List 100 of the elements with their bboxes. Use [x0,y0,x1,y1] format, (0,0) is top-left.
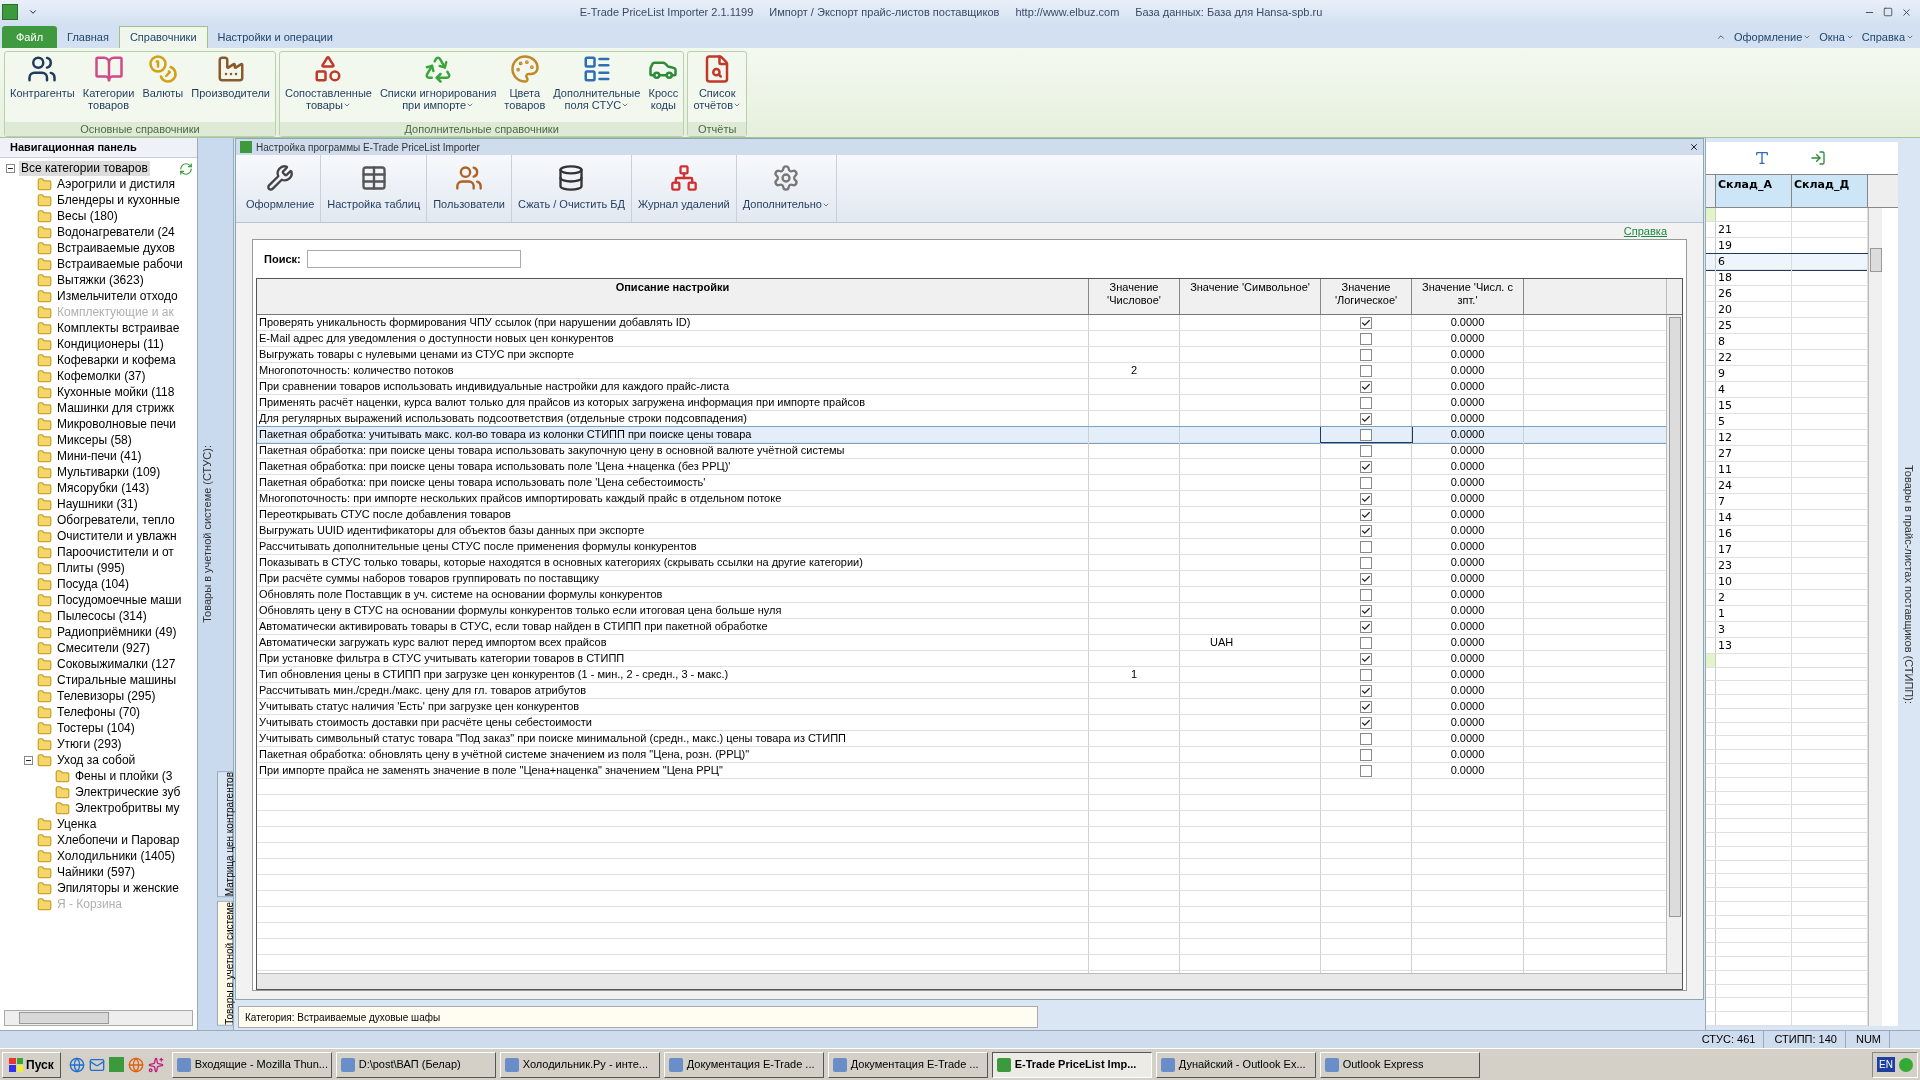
checkbox[interactable] [1360,444,1372,457]
table-row[interactable]: 22 [1706,349,1868,366]
table-row[interactable]: Учитывать стоимость доставки при расчёте цены себестоимости 0.0000 [257,715,1666,731]
collapse-icon[interactable] [24,755,33,765]
tree-item[interactable]: Водонагреватели (24 [55,224,177,240]
tree-item[interactable]: Смесители (927) [55,640,152,656]
quick-access-icon[interactable] [28,7,38,17]
ribbon-tab[interactable]: Настройки и операции [207,26,343,48]
tree-item[interactable]: Очистители и увлажн [55,528,179,544]
table-row[interactable]: 20 [1706,301,1868,318]
ribbon-button[interactable]: Контрагенты [7,52,78,99]
checkbox[interactable] [1360,412,1372,425]
tree-item[interactable]: Аэрогрили и дистиля [55,176,177,192]
taskbar-button[interactable]: Outlook Express [1319,1051,1480,1078]
table-row[interactable]: 27 [1706,445,1868,462]
table-row[interactable]: 13 [1706,637,1868,654]
horizontal-scrollbar[interactable] [257,973,1682,989]
checkbox[interactable] [1360,732,1372,745]
checkbox[interactable] [1360,764,1372,777]
column-header[interactable]: Значение 'Символьное' [1180,279,1321,314]
toolbar-button[interactable]: Журнал удалений [631,155,737,222]
table-row[interactable]: Тип обновления цены в СТИПП при загрузке цен конкурентов (1 - мин., 2 - средн., 3 - макс.) 1 0.0000 [257,667,1666,683]
tree-item[interactable]: Вытяжки (3623) [55,272,146,288]
tray-icon[interactable] [1899,1057,1913,1072]
table-row[interactable]: Пакетная обработка: учитывать макс. кол-во товара из колонки СТИПП при поиске цены товара 0.0000 [257,427,1666,443]
table-row[interactable]: 7 [1706,493,1868,510]
toolbar-button[interactable]: Пользователи [427,155,512,222]
taskbar-button[interactable]: Документация E-Trade ... [827,1051,988,1078]
tree-item[interactable]: Встраиваемые духов [55,240,177,256]
ribbon-button[interactable]: Списки игнорирования при импорте [376,52,500,111]
checkbox[interactable] [1360,588,1372,601]
checkbox[interactable] [1360,604,1372,617]
table-row[interactable]: 1 [1706,605,1868,622]
checkbox[interactable] [1360,540,1372,553]
language-indicator[interactable]: EN [1877,1057,1895,1072]
table-row[interactable]: Учитывать символьный статус товара "Под заказ" при поиске минимальной (средн., макс.) цены товара из СТИПП 0.0000 [257,731,1666,747]
tree-item[interactable]: Обогреватели, тепло [55,512,177,528]
table-row[interactable]: 21 [1706,221,1868,238]
checkbox[interactable] [1360,460,1372,473]
checkbox[interactable] [1360,620,1372,633]
column-header[interactable]: Значение 'Числ. с зпт.' [1412,279,1524,314]
tree-item[interactable]: Кофеварки и кофема [55,352,178,368]
taskbar-button[interactable]: Дунайский - Outlook Ex... [1155,1051,1316,1078]
checkbox[interactable] [1360,716,1372,729]
checkbox[interactable] [1360,748,1372,761]
tree-item[interactable]: Кондиционеры (11) [55,336,166,352]
table-row[interactable]: 11 [1706,461,1868,478]
tree-item[interactable]: Кофемолки (37) [55,368,148,384]
refresh-icon[interactable] [179,162,193,176]
table-row[interactable]: При импорте прайса не заменять значение в поле "Цена+наценка" значением "Цена РРЦ" 0.0000 [257,763,1666,779]
tree-item[interactable]: Тостеры (104) [55,720,137,736]
horizontal-scrollbar[interactable] [4,1010,193,1026]
checkbox[interactable] [1360,556,1372,569]
table-row[interactable]: Проверять уникальность формирования ЧПУ ссылок (при нарушении добавлять ID) 0.0000 [257,315,1666,331]
table-row[interactable]: 12 [1706,429,1868,446]
table-row[interactable]: Рассчитывать дополнительные цены СТУС после применения формулы конкурентов 0.0000 [257,539,1666,555]
ribbon-button[interactable]: Дополнительные поля СТУС [550,52,644,111]
checkbox[interactable] [1360,316,1372,329]
tree-item[interactable]: Мультиварки (109) [55,464,163,480]
ribbon-button[interactable]: Цвета товаров [501,52,549,111]
menu-button[interactable]: Оформление [1734,28,1812,46]
checkbox[interactable] [1360,572,1372,585]
table-row[interactable]: 2 [1706,589,1868,606]
table-row[interactable]: 14 [1706,509,1868,526]
table-row[interactable]: E-Mail адрес для уведомления о доступности новых цен конкурентов 0.0000 [257,331,1666,347]
file-menu-tab[interactable]: Файл [2,26,58,48]
table-row[interactable]: 26 [1706,285,1868,302]
table-row[interactable]: 4 [1706,381,1868,398]
tree-item[interactable]: Стиральные машины [55,672,179,688]
ribbon-button[interactable]: Категории товаров [79,52,138,111]
toolbar-button[interactable]: Оформление [240,155,322,222]
tree-item[interactable]: Миксеры (58) [55,432,134,448]
checkbox[interactable] [1360,476,1372,489]
app-icon[interactable] [108,1057,124,1072]
table-row[interactable]: 24 [1706,477,1868,494]
checkbox[interactable] [1360,332,1372,345]
table-row[interactable]: 9 [1706,365,1868,382]
checkbox[interactable] [1360,668,1372,681]
tree-item[interactable]: Электрические зуб [73,784,183,800]
table-row[interactable]: Пакетная обработка: при поиске цены товара использовать поле 'Цена себестоимость' 0.0000 [257,475,1666,491]
tree-item[interactable]: Блендеры и кухонные [55,192,182,208]
table-row[interactable]: Применять расчёт наценки, курса валют только для прайсов из которых загружена информация при импорте прайсов 0.0000 [257,395,1666,411]
menu-button[interactable]: Справка [1861,28,1914,46]
table-row[interactable]: 18 [1706,269,1868,286]
table-row[interactable]: Многопоточность: при импорте нескольких прайсов импортировать каждый прайс в отдельном потоке 0.0000 [257,491,1666,507]
tree-item[interactable]: Встраиваемые рабочи [55,256,185,272]
ribbon-tab[interactable]: Справочники [118,26,208,48]
side-tab[interactable]: Товары в учетной системе [217,901,233,1026]
checkbox[interactable] [1360,700,1372,713]
table-row[interactable]: 8 [1706,333,1868,350]
checkbox[interactable] [1360,508,1372,521]
tree-item[interactable]: Утюги (293) [55,736,124,752]
table-row[interactable]: Многопоточность: количество потоков 2 0.0000 [257,363,1666,379]
table-row[interactable]: Обновлять цену в СТУС на основании формулы конкурентов только если итоговая цена больше нуля 0.0000 [257,603,1666,619]
tree-item[interactable]: Соковыжималки (127 [55,656,178,672]
tree-item[interactable]: Все категории товаров [19,160,150,176]
taskbar-button[interactable]: Холодильник.Ру - инте... [499,1051,660,1078]
tree-item[interactable]: Чайники (597) [55,864,137,880]
table-row[interactable]: Показывать в СТУС только товары, которые находятся в основных категориях (скрывать ссылки на другие категории) 0.0000 [257,555,1666,571]
tree-item[interactable]: Наушники (31) [55,496,140,512]
